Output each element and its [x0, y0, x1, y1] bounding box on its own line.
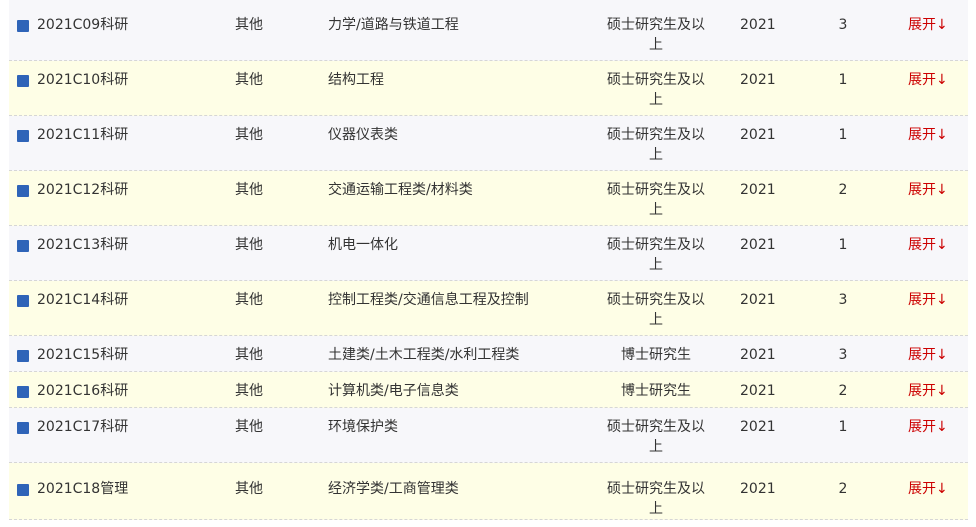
- position-type: 其他: [235, 127, 263, 143]
- position-type: 其他: [235, 17, 263, 33]
- position-type: 其他: [235, 347, 263, 363]
- major-requirement: 控制工程类/交通信息工程及控制: [328, 292, 529, 308]
- year: 2021: [740, 292, 776, 308]
- table-row: 2021C18管理 其他 经济学类/工商管理类 硕士研究生及以上 2021 2 …: [9, 463, 968, 520]
- position-type: 其他: [235, 481, 263, 497]
- position-type: 其他: [235, 383, 263, 399]
- year: 2021: [740, 72, 776, 88]
- bullet-square-icon: [17, 484, 29, 496]
- position-type: 其他: [235, 292, 263, 308]
- position-code: 2021C09科研: [37, 17, 129, 33]
- major-requirement: 机电一体化: [328, 237, 398, 253]
- headcount: 3: [838, 292, 848, 308]
- education-requirement: 硕士研究生及以上: [607, 419, 705, 455]
- table-row: 2021C12科研 其他 交通运输工程类/材料类 硕士研究生及以上 2021 2…: [9, 171, 968, 226]
- expand-link[interactable]: 展开↓: [908, 345, 948, 365]
- position-type: 其他: [235, 237, 263, 253]
- position-code: 2021C10科研: [37, 72, 129, 88]
- position-code: 2021C17科研: [37, 419, 129, 435]
- year: 2021: [740, 347, 776, 363]
- table-row: 2021C17科研 其他 环境保护类 硕士研究生及以上 2021 1 展开↓: [9, 408, 968, 463]
- bullet-square-icon: [17, 20, 29, 32]
- headcount: 1: [838, 72, 848, 88]
- expand-link[interactable]: 展开↓: [908, 180, 948, 200]
- expand-link[interactable]: 展开↓: [908, 70, 948, 90]
- education-requirement: 硕士研究生及以上: [607, 237, 705, 273]
- headcount: 2: [838, 383, 848, 399]
- headcount: 1: [838, 419, 848, 435]
- table-row: 2021C09科研 其他 力学/道路与铁道工程 硕士研究生及以上 2021 3 …: [9, 0, 968, 61]
- expand-link[interactable]: 展开↓: [908, 381, 948, 401]
- expand-link[interactable]: 展开↓: [908, 125, 948, 145]
- bullet-square-icon: [17, 295, 29, 307]
- education-requirement: 博士研究生: [621, 383, 691, 399]
- bullet-square-icon: [17, 350, 29, 362]
- bullet-square-icon: [17, 130, 29, 142]
- education-requirement: 硕士研究生及以上: [607, 481, 705, 517]
- position-type: 其他: [235, 182, 263, 198]
- table-row: 2021C10科研 其他 结构工程 硕士研究生及以上 2021 1 展开↓: [9, 61, 968, 116]
- position-code: 2021C11科研: [37, 127, 129, 143]
- position-code: 2021C16科研: [37, 383, 129, 399]
- education-requirement: 硕士研究生及以上: [607, 182, 705, 218]
- expand-link[interactable]: 展开↓: [908, 235, 948, 255]
- year: 2021: [740, 17, 776, 33]
- education-requirement: 硕士研究生及以上: [607, 72, 705, 108]
- position-code: 2021C13科研: [37, 237, 129, 253]
- headcount: 2: [838, 182, 848, 198]
- table-row: 2021C15科研 其他 土建类/土木工程类/水利工程类 博士研究生 2021 …: [9, 336, 968, 372]
- major-requirement: 力学/道路与铁道工程: [328, 17, 459, 33]
- bullet-square-icon: [17, 75, 29, 87]
- position-type: 其他: [235, 419, 263, 435]
- bullet-square-icon: [17, 240, 29, 252]
- expand-link[interactable]: 展开↓: [908, 290, 948, 310]
- year: 2021: [740, 182, 776, 198]
- expand-link[interactable]: 展开↓: [908, 15, 948, 35]
- education-requirement: 博士研究生: [621, 347, 691, 363]
- headcount: 3: [838, 17, 848, 33]
- job-listing-page: 2021C09科研 其他 力学/道路与铁道工程 硕士研究生及以上 2021 3 …: [0, 0, 976, 527]
- year: 2021: [740, 237, 776, 253]
- major-requirement: 计算机类/电子信息类: [328, 383, 459, 399]
- position-type: 其他: [235, 72, 263, 88]
- year: 2021: [740, 383, 776, 399]
- major-requirement: 经济学类/工商管理类: [328, 481, 459, 497]
- table-row: 2021C14科研 其他 控制工程类/交通信息工程及控制 硕士研究生及以上 20…: [9, 281, 968, 336]
- major-requirement: 环境保护类: [328, 419, 398, 435]
- expand-link[interactable]: 展开↓: [908, 417, 948, 437]
- table-row: 2021C11科研 其他 仪器仪表类 硕士研究生及以上 2021 1 展开↓: [9, 116, 968, 171]
- table-row: 2021C13科研 其他 机电一体化 硕士研究生及以上 2021 1 展开↓: [9, 226, 968, 281]
- year: 2021: [740, 481, 776, 497]
- major-requirement: 仪器仪表类: [328, 127, 398, 143]
- education-requirement: 硕士研究生及以上: [607, 17, 705, 53]
- major-requirement: 交通运输工程类/材料类: [328, 182, 473, 198]
- headcount: 1: [838, 127, 848, 143]
- expand-link[interactable]: 展开↓: [908, 479, 948, 499]
- position-code: 2021C14科研: [37, 292, 129, 308]
- bullet-square-icon: [17, 422, 29, 434]
- year: 2021: [740, 127, 776, 143]
- position-code: 2021C12科研: [37, 182, 129, 198]
- education-requirement: 硕士研究生及以上: [607, 292, 705, 328]
- year: 2021: [740, 419, 776, 435]
- bullet-square-icon: [17, 185, 29, 197]
- headcount: 2: [838, 481, 848, 497]
- major-requirement: 结构工程: [328, 72, 384, 88]
- headcount: 1: [838, 237, 848, 253]
- major-requirement: 土建类/土木工程类/水利工程类: [328, 347, 520, 363]
- job-table: 2021C09科研 其他 力学/道路与铁道工程 硕士研究生及以上 2021 3 …: [9, 0, 968, 520]
- position-code: 2021C18管理: [37, 481, 129, 497]
- bullet-square-icon: [17, 386, 29, 398]
- position-code: 2021C15科研: [37, 347, 129, 363]
- education-requirement: 硕士研究生及以上: [607, 127, 705, 163]
- table-row: 2021C16科研 其他 计算机类/电子信息类 博士研究生 2021 2 展开↓: [9, 372, 968, 408]
- headcount: 3: [838, 347, 848, 363]
